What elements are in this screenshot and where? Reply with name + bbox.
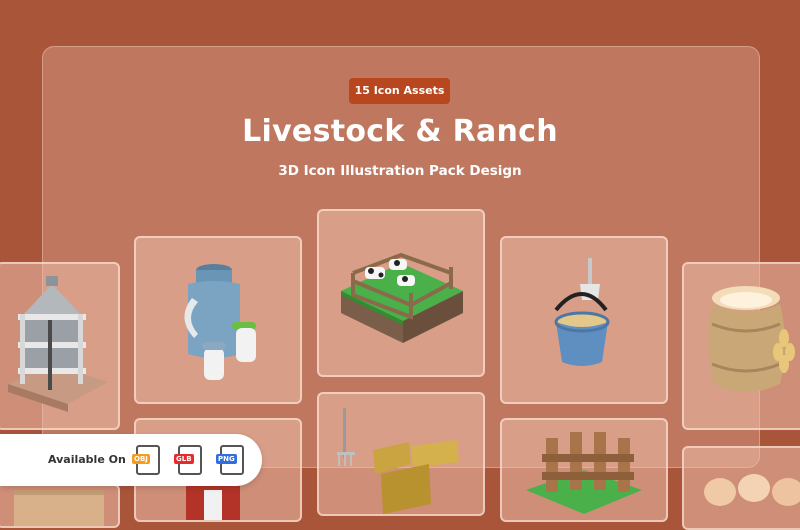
glb-format-label: GLB	[174, 454, 194, 464]
icon-card-flour-sack[interactable]	[682, 262, 800, 430]
hay-bales-icon	[337, 408, 459, 514]
milk-can-icon	[184, 264, 256, 380]
available-on-label: Available On	[48, 453, 126, 466]
obj-format-label: OBJ	[132, 454, 150, 464]
obj-format-icon[interactable]: OBJ	[132, 445, 160, 475]
icon-card-milk-can[interactable]	[134, 236, 302, 404]
available-on-bar: Available On OBJ GLB PNG	[0, 434, 262, 486]
grain-silo-icon	[8, 276, 108, 412]
fence-icon	[526, 432, 642, 514]
png-format-label: PNG	[216, 454, 237, 464]
icon-card-eggs[interactable]	[682, 446, 800, 530]
flour-sack-icon	[708, 286, 795, 392]
glb-format-icon[interactable]: GLB	[174, 445, 202, 475]
icon-card-silo[interactable]	[0, 262, 120, 430]
icon-card-cattle-pen[interactable]	[317, 209, 485, 377]
crate-icon	[14, 490, 104, 526]
icon-card-fence[interactable]	[500, 418, 668, 522]
icon-card-crate[interactable]	[0, 484, 120, 528]
page-title: Livestock & Ranch	[242, 114, 558, 149]
feed-bucket-icon	[554, 258, 610, 366]
cattle-pen-icon	[341, 252, 463, 343]
png-format-icon[interactable]: PNG	[216, 445, 244, 475]
asset-count-badge: 15 Icon Assets	[349, 78, 450, 104]
page-subtitle: 3D Icon Illustration Pack Design	[278, 163, 522, 179]
icon-card-hay[interactable]	[317, 392, 485, 516]
eggs-icon	[704, 474, 800, 506]
icon-card-feed-bucket[interactable]	[500, 236, 668, 404]
